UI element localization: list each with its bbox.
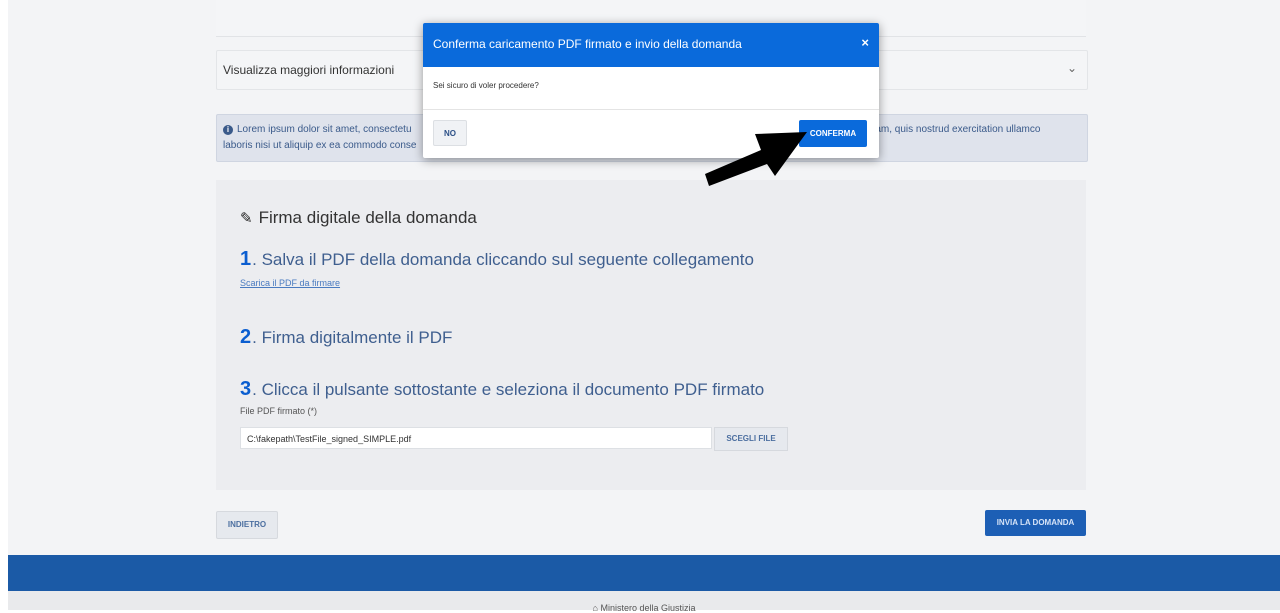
step-1-number: 1 <box>240 248 252 270</box>
info-alert-line2: laboris nisi ut aliquip ex ea commodo co… <box>223 140 417 151</box>
choose-file-button[interactable]: SCEGLI FILE <box>714 427 788 451</box>
modal-title: Conferma caricamento PDF firmato e invio… <box>433 37 742 51</box>
digital-signature-card: ✎ Firma digitale della domanda 1. Salva i… <box>216 180 1086 490</box>
step-3-number: 3 <box>240 378 252 400</box>
footer-label: Ministero della Giustizia <box>600 603 696 613</box>
step-2-text: . Firma digitalmente il PDF <box>252 328 453 347</box>
footer-text: ⌂ Ministero della Giustizia <box>8 603 1280 613</box>
info-alert-text1: Lorem ipsum dolor sit amet, consectetu <box>237 124 412 135</box>
ministry-logo-icon: ⌂ <box>592 603 598 613</box>
step-1-text: . Salva il PDF della domanda cliccando s… <box>252 250 754 269</box>
info-alert-line1: i Lorem ipsum dolor sit amet, consectetu <box>223 124 412 135</box>
chevron-down-icon: ⌄ <box>1066 61 1077 75</box>
info-icon: i <box>223 125 233 135</box>
step-2: 2. Firma digitalmente il PDF <box>240 326 452 349</box>
section-title: ✎ Firma digitale della domanda <box>240 208 477 228</box>
footer-band <box>8 555 1280 591</box>
file-label: File PDF firmato (*) <box>240 406 318 416</box>
submit-application-button[interactable]: INVIA LA DOMANDA <box>985 510 1086 536</box>
signed-pdf-file-input[interactable]: C:\fakepath\TestFile_signed_SIMPLE.pdf <box>240 427 712 449</box>
close-icon[interactable]: × <box>861 35 869 50</box>
step-1: 1. Salva il PDF della domanda cliccando … <box>240 248 754 271</box>
step-2-number: 2 <box>240 326 252 348</box>
pencil-icon: ✎ <box>240 210 253 227</box>
no-button[interactable]: NO <box>433 120 467 146</box>
section-title-text: Firma digitale della domanda <box>258 208 477 227</box>
info-alert-line1-end: veniam, quis nostrud exercitation ullamc… <box>857 124 1041 135</box>
accordion-label: Visualizza maggiori informazioni <box>223 63 395 77</box>
step-3-text: . Clicca il pulsante sottostante e selez… <box>252 380 765 399</box>
download-pdf-link[interactable]: Scarica il PDF da firmare <box>240 278 340 288</box>
pointer-arrow-icon <box>705 132 807 186</box>
step-3: 3. Clicca il pulsante sottostante e sele… <box>240 378 764 401</box>
back-button[interactable]: INDIETRO <box>216 511 278 539</box>
modal-divider <box>423 109 879 110</box>
modal-body-text: Sei sicuro di voler procedere? <box>433 81 539 90</box>
modal-header: Conferma caricamento PDF firmato e invio… <box>423 23 879 67</box>
